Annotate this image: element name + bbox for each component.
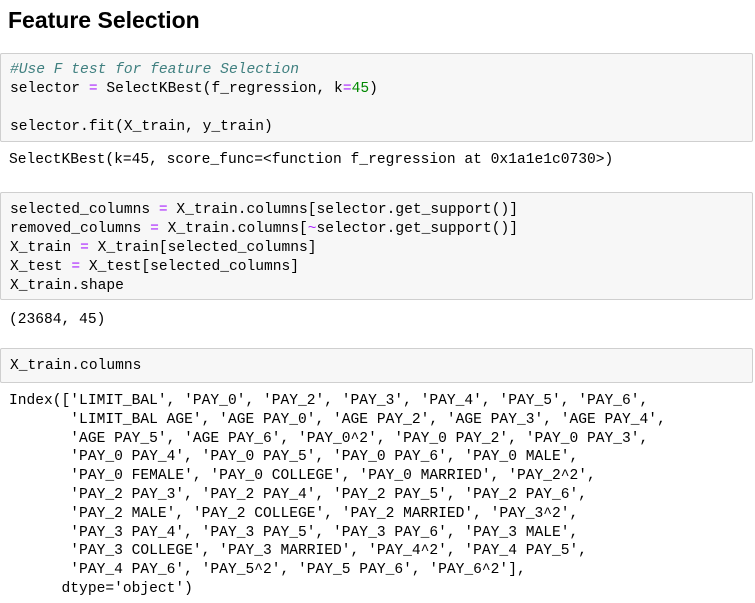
- notebook-page: Feature Selection #Use F test for featur…: [0, 0, 755, 603]
- code-token: ): [369, 81, 378, 97]
- code-token: =: [150, 221, 159, 237]
- code-token: X_train[selected_columns]: [88, 240, 317, 256]
- code-cell-filter-columns[interactable]: selected_columns = X_train.columns[selec…: [0, 192, 753, 300]
- code-token: X_train.columns[selector.get_support()]: [167, 202, 518, 218]
- code-token: X_train.columns: [10, 358, 142, 374]
- code-token: =: [71, 259, 81, 275]
- code-token: =: [342, 81, 352, 97]
- cell-output: (23684, 45): [9, 312, 106, 328]
- code-editor[interactable]: X_train.columns: [10, 357, 141, 376]
- section-heading: Feature Selection: [8, 7, 200, 33]
- code-token: #Use F test for feature Selection: [10, 62, 300, 78]
- code-editor[interactable]: selected_columns = X_train.columns[selec…: [10, 201, 518, 296]
- cell-output: SelectKBest(k=45, score_func=<function f…: [9, 152, 614, 168]
- code-token: X_test: [10, 259, 72, 275]
- code-cell-columns[interactable]: X_train.columns: [0, 348, 753, 383]
- cell-output: Index(['LIMIT_BAL', 'PAY_0', 'PAY_2', 'P…: [9, 393, 666, 597]
- code-token: =: [80, 240, 89, 256]
- code-token: =: [88, 81, 98, 97]
- code-token: selector.get_support()]: [316, 221, 518, 237]
- code-token: 45: [351, 81, 370, 97]
- code-token: X_test[selected_columns]: [80, 259, 300, 275]
- code-token: removed_columns: [10, 221, 151, 237]
- code-token: =: [158, 202, 168, 218]
- code-token: X_train.shape: [10, 278, 124, 294]
- code-cell-select-kbest[interactable]: #Use F test for feature Selection select…: [0, 53, 753, 142]
- code-token: selector.fit(X_train, y_train): [10, 119, 273, 135]
- code-token: ~: [307, 221, 317, 237]
- code-token: SelectKBest(f_regression, k: [97, 81, 343, 97]
- code-token: X_train.columns[: [158, 221, 308, 237]
- code-token: X_train: [10, 240, 81, 256]
- code-token: selected_columns: [10, 202, 159, 218]
- code-token: selector: [10, 81, 89, 97]
- code-editor[interactable]: #Use F test for feature Selection select…: [10, 61, 378, 137]
